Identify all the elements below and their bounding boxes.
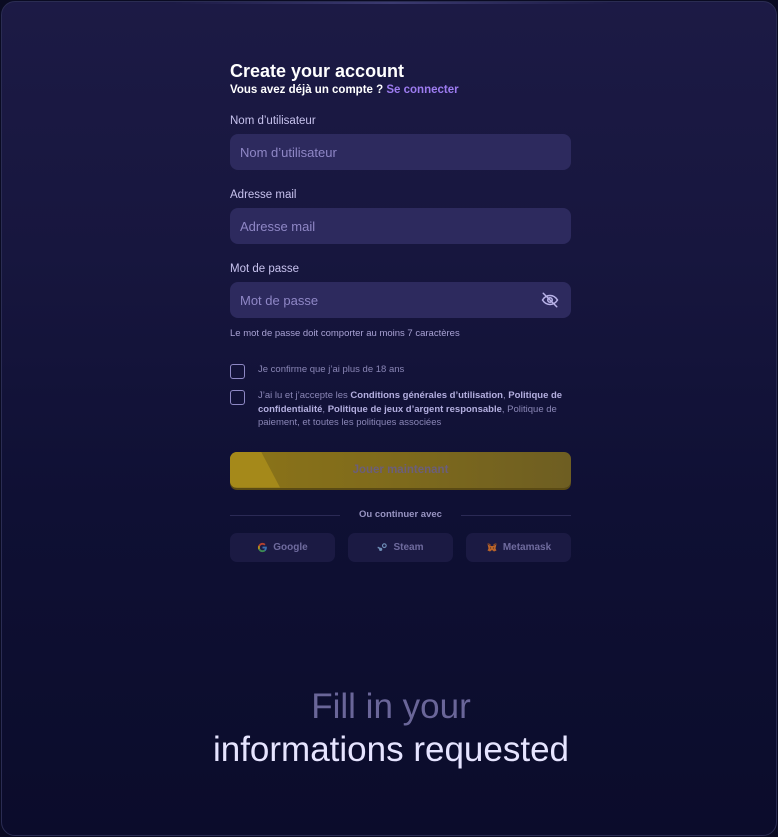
- caption-line-1: Fill in your: [311, 687, 471, 726]
- google-label: Google: [273, 541, 308, 553]
- email-label: Adresse mail: [230, 189, 297, 201]
- metamask-button[interactable]: Metamask: [466, 532, 571, 562]
- age-checkbox-label: Je confirme que j’ai plus de 18 ans: [258, 364, 405, 375]
- steam-button[interactable]: Steam: [348, 532, 453, 562]
- terms-prefix: J’ai lu et j’accepte les: [258, 390, 351, 401]
- terms-link-cgu[interactable]: Conditions générales d’utilisation: [350, 390, 503, 401]
- steam-icon: [377, 542, 388, 551]
- play-now-label: Jouer maintenant: [352, 463, 449, 476]
- google-button[interactable]: Google: [230, 532, 335, 562]
- terms-checkbox-label: J’ai lu et j’accepte les Conditions géné…: [258, 389, 571, 430]
- caption-line-2: informations requested: [212, 730, 570, 769]
- login-link[interactable]: Se connecter: [386, 84, 458, 96]
- social-login-row: Google Steam Metamask: [230, 532, 571, 562]
- password-placeholder: Mot de passe: [240, 292, 319, 308]
- email-input[interactable]: Adresse mail: [230, 208, 571, 244]
- login-prompt: Vous avez déjà un compte ? Se connecter: [230, 83, 571, 97]
- button-sheen: [230, 451, 280, 488]
- eye-off-icon[interactable]: [541, 291, 559, 309]
- app-frame: Create your account Vous avez déjà un co…: [1, 1, 777, 836]
- password-label: Mot de passe: [230, 263, 300, 275]
- age-checkbox[interactable]: [230, 364, 245, 379]
- age-checkbox-row: Je confirme que j’ai plus de 18 ans: [230, 363, 571, 379]
- password-input[interactable]: Mot de passe: [230, 282, 571, 318]
- top-glow: [172, 2, 612, 4]
- metamask-label: Metamask: [502, 541, 552, 553]
- steam-label: Steam: [393, 541, 424, 553]
- google-icon: [258, 542, 268, 552]
- social-divider: Ou continuer avec: [230, 508, 571, 522]
- password-hint: Le mot de passe doit comporter au moins …: [230, 328, 460, 339]
- username-placeholder: Nom d’utilisateur: [240, 144, 337, 160]
- username-input[interactable]: Nom d’utilisateur: [230, 134, 571, 170]
- email-placeholder: Adresse mail: [240, 218, 316, 234]
- terms-link-gaming[interactable]: Politique de jeux d’argent responsable: [328, 404, 502, 415]
- divider-label: Ou continuer avec: [359, 509, 442, 520]
- username-label: Nom d’utilisateur: [230, 115, 316, 127]
- play-now-button[interactable]: Jouer maintenant: [230, 451, 571, 488]
- metamask-icon: [486, 542, 497, 551]
- signup-form: Create your account Vous avez déjà un co…: [230, 60, 571, 562]
- terms-checkbox[interactable]: [230, 390, 245, 405]
- terms-checkbox-row: J’ai lu et j’accepte les Conditions géné…: [230, 389, 571, 430]
- login-prompt-text: Vous avez déjà un compte ?: [230, 84, 387, 96]
- page-title: Create your account: [230, 61, 405, 81]
